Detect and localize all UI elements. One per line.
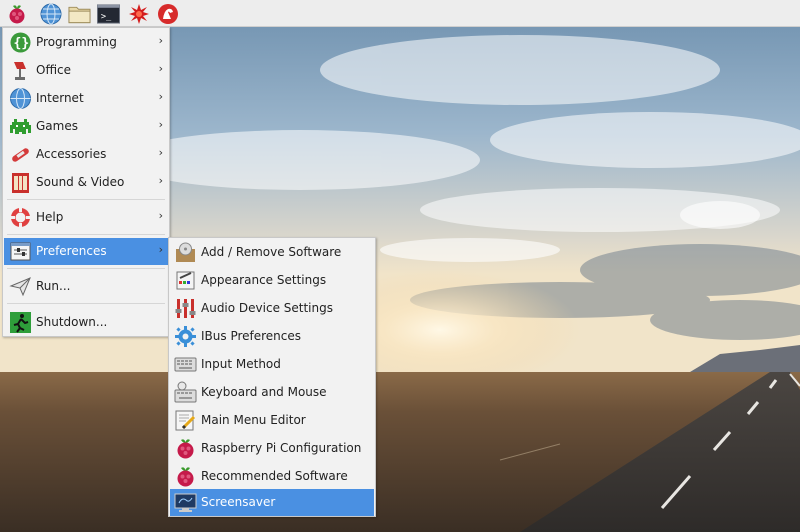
menu-item-internet[interactable]: Internet › <box>4 85 168 112</box>
preferences-submenu: Add / Remove Software Appearance Setting… <box>168 237 376 517</box>
menu-item-label: Shutdown... <box>36 315 108 329</box>
menu-item-office[interactable]: Office › <box>4 57 168 84</box>
main-menu: {} Programming › Office › Internet › Gam… <box>2 27 170 337</box>
raspberry-pi-configuration-icon <box>174 437 197 460</box>
menu-separator <box>7 234 165 235</box>
submenu-item-label: Keyboard and Mouse <box>201 385 327 399</box>
screensaver-icon <box>174 491 197 514</box>
menu-item-label: Games <box>36 119 78 133</box>
menu-item-programming[interactable]: {} Programming › <box>4 29 168 56</box>
input-method-icon <box>174 353 197 376</box>
menu-item-label: Internet <box>36 91 84 105</box>
submenu-item-label: Main Menu Editor <box>201 413 306 427</box>
menu-item-label: Office <box>36 63 72 77</box>
mathematica-icon[interactable] <box>127 2 150 25</box>
keyboard-mouse-icon <box>174 381 197 404</box>
menu-item-label: Help <box>36 210 64 224</box>
chevron-right-icon: › <box>158 90 163 103</box>
ibus-preferences-icon <box>174 325 197 348</box>
run-icon <box>9 275 32 298</box>
submenu-item-label: Input Method <box>201 357 281 371</box>
menu-separator <box>7 199 165 200</box>
internet-icon <box>9 87 32 110</box>
submenu-item-label: Audio Device Settings <box>201 301 333 315</box>
accessories-icon <box>9 143 32 166</box>
shutdown-icon <box>9 311 32 334</box>
file-manager-icon[interactable] <box>68 2 91 25</box>
games-icon <box>9 115 32 138</box>
chevron-right-icon: › <box>158 62 163 75</box>
submenu-item-add-remove-software[interactable]: Add / Remove Software <box>170 239 374 266</box>
chevron-right-icon: › <box>158 34 163 47</box>
submenu-item-label: Recommended Software <box>201 469 348 483</box>
menu-item-sound-video[interactable]: Sound & Video › <box>4 169 168 196</box>
menu-item-label: Run... <box>36 279 71 293</box>
help-icon <box>9 206 32 229</box>
recommended-software-icon <box>174 465 197 488</box>
submenu-item-label: Screensaver <box>201 495 276 509</box>
menu-item-shutdown[interactable]: Shutdown... <box>4 309 168 336</box>
svg-text:{}: {} <box>14 36 30 51</box>
terminal-icon[interactable]: >_ <box>97 2 120 25</box>
web-browser-icon[interactable] <box>39 2 62 25</box>
submenu-item-input-method[interactable]: Input Method <box>170 351 374 378</box>
submenu-item-keyboard-mouse[interactable]: Keyboard and Mouse <box>170 379 374 406</box>
menu-item-accessories[interactable]: Accessories › <box>4 141 168 168</box>
chevron-right-icon: › <box>158 243 163 256</box>
submenu-item-main-menu-editor[interactable]: Main Menu Editor <box>170 407 374 434</box>
submenu-item-appearance-settings[interactable]: Appearance Settings <box>170 267 374 294</box>
submenu-item-label: Raspberry Pi Configuration <box>201 441 362 455</box>
office-icon <box>9 59 32 82</box>
menu-item-help[interactable]: Help › <box>4 204 168 231</box>
submenu-item-label: Appearance Settings <box>201 273 327 287</box>
submenu-item-raspberry-pi-configuration[interactable]: Raspberry Pi Configuration <box>170 435 374 462</box>
programming-icon: {} <box>9 31 32 54</box>
menu-item-label: Programming <box>36 35 117 49</box>
menu-separator <box>7 303 165 304</box>
audio-device-settings-icon <box>174 297 197 320</box>
menu-item-label: Sound & Video <box>36 175 125 189</box>
submenu-item-ibus-preferences[interactable]: IBus Preferences <box>170 323 374 350</box>
chevron-right-icon: › <box>158 118 163 131</box>
menu-item-label: Preferences <box>36 244 107 258</box>
add-remove-software-icon <box>174 241 197 264</box>
sound-video-icon <box>9 171 32 194</box>
menu-item-label: Accessories <box>36 147 107 161</box>
chevron-right-icon: › <box>158 209 163 222</box>
submenu-item-recommended-software[interactable]: Recommended Software <box>170 463 374 490</box>
submenu-item-screensaver[interactable]: Screensaver <box>170 489 374 516</box>
appearance-settings-icon <box>174 269 197 292</box>
menu-item-preferences[interactable]: Preferences › <box>4 238 168 265</box>
menu-item-games[interactable]: Games › <box>4 113 168 140</box>
submenu-item-audio-device-settings[interactable]: Audio Device Settings <box>170 295 374 322</box>
submenu-item-label: Add / Remove Software <box>201 245 342 259</box>
menu-item-run[interactable]: Run... <box>4 273 168 300</box>
main-menu-editor-icon <box>174 409 197 432</box>
menu-separator <box>7 268 165 269</box>
taskbar: >_ <box>0 0 800 27</box>
chevron-right-icon: › <box>158 174 163 187</box>
preferences-icon <box>9 240 32 263</box>
wolfram-icon[interactable] <box>156 2 179 25</box>
submenu-item-label: IBus Preferences <box>201 329 302 343</box>
raspberry-menu-icon[interactable] <box>5 2 28 25</box>
chevron-right-icon: › <box>158 146 163 159</box>
svg-text:>_: >_ <box>101 11 112 21</box>
